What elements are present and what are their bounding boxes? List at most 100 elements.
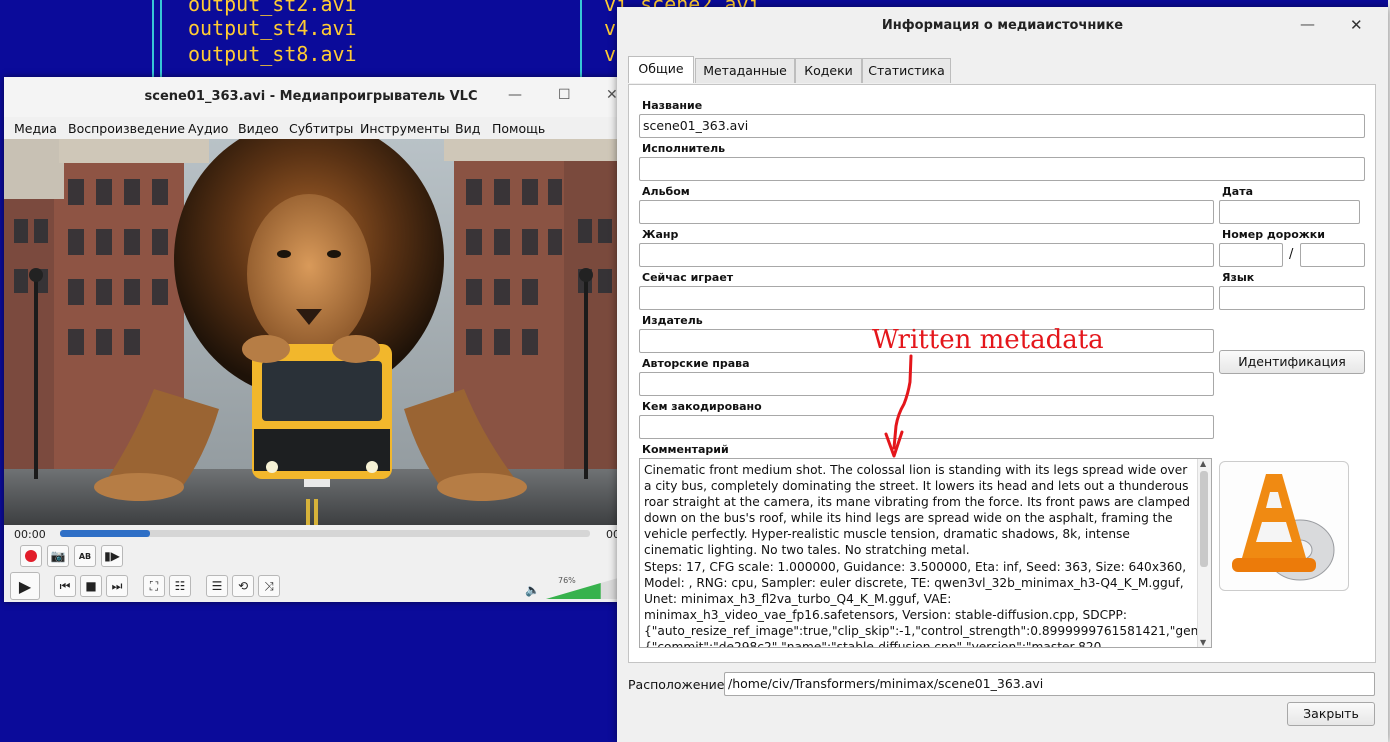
date-input[interactable]: [1219, 200, 1360, 224]
terminal-line: output_st8.avi: [188, 42, 357, 66]
record-button[interactable]: [20, 545, 42, 567]
terminal-divider: [160, 0, 162, 80]
shuffle-icon: ⤨: [264, 578, 274, 593]
menu-playback[interactable]: Воспроизведение: [68, 121, 185, 136]
encoded-by-input[interactable]: [639, 415, 1214, 439]
menu-view[interactable]: Вид: [455, 121, 480, 136]
menu-tools[interactable]: Инструменты: [360, 121, 449, 136]
close-icon[interactable]: ✕: [1350, 16, 1363, 34]
title-label: Название: [642, 99, 703, 112]
tab-statistics[interactable]: Статистика: [862, 58, 951, 83]
play-button[interactable]: ▶: [10, 572, 40, 600]
track-number-input[interactable]: [1219, 243, 1283, 267]
terminal-line: output_st4.avi: [188, 16, 357, 40]
scroll-up-icon[interactable]: ▲: [1200, 459, 1206, 468]
seek-bar[interactable]: [60, 530, 590, 537]
record-icon: [25, 550, 37, 562]
shuffle-button[interactable]: ⤨: [258, 575, 280, 597]
genre-input[interactable]: [639, 243, 1214, 267]
scrollbar-thumb[interactable]: [1200, 471, 1208, 567]
next-icon: ⏭: [111, 578, 123, 593]
copyright-input[interactable]: [639, 372, 1214, 396]
terminal-divider: [580, 0, 582, 80]
frame-step-icon: ▮▶: [104, 549, 120, 563]
scroll-down-icon[interactable]: ▼: [1200, 638, 1206, 647]
language-input[interactable]: [1219, 286, 1365, 310]
close-icon[interactable]: ✕: [606, 87, 618, 103]
album-label: Альбом: [642, 185, 690, 198]
frame-step-button[interactable]: ▮▶: [101, 545, 123, 567]
title-input[interactable]: scene01_363.avi: [639, 114, 1365, 138]
camera-icon: 📷: [50, 549, 66, 563]
stop-button[interactable]: ■: [80, 575, 102, 597]
menu-media[interactable]: Медиа: [14, 121, 57, 136]
vlc-cone-icon: [1232, 474, 1335, 581]
encoded-by-label: Кем закодировано: [642, 400, 762, 413]
artist-input[interactable]: [639, 157, 1365, 181]
speaker-icon[interactable]: 🔈: [525, 583, 540, 597]
comment-textarea[interactable]: Cinematic front medium shot. The colossa…: [639, 458, 1212, 648]
extended-settings-button[interactable]: ☷: [169, 575, 191, 597]
cover-art: [1219, 461, 1349, 591]
vlc-window: scene01_363.avi - Медиапроигрыватель VLC…: [4, 77, 620, 602]
close-button[interactable]: Закрыть: [1287, 702, 1375, 726]
track-total-input[interactable]: [1300, 243, 1365, 267]
artist-label: Исполнитель: [642, 142, 726, 155]
time-elapsed: 00:00: [14, 528, 46, 541]
vlc-controls: 00:00 00 📷 AB ▮▶ ▶ ⏮ ■ ⏭ ⛶ ☷ ☰ ⟲ ⤨ 🔈 76%: [4, 525, 620, 602]
comment-label: Комментарий: [642, 443, 729, 456]
vlc-window-title: scene01_363.avi - Медиапроигрыватель VLC: [144, 89, 478, 104]
media-info-dialog: Информация о медиаисточнике — ✕ Общие Ме…: [617, 7, 1388, 742]
comment-text: Cinematic front medium shot. The colossa…: [644, 463, 1212, 648]
snapshot-button[interactable]: 📷: [47, 545, 69, 567]
next-button[interactable]: ⏭: [106, 575, 128, 597]
location-label: Расположение:: [628, 677, 729, 692]
equalizer-icon: ☷: [174, 579, 186, 593]
menu-subtitles[interactable]: Субтитры: [289, 121, 353, 136]
tab-metadata[interactable]: Метаданные: [695, 58, 795, 83]
terminal-line: output_st2.avi: [188, 0, 357, 16]
menu-video[interactable]: Видео: [238, 121, 279, 136]
now-playing-label: Сейчас играет: [642, 271, 734, 284]
fullscreen-icon: ⛶: [149, 578, 159, 593]
menu-audio[interactable]: Аудио: [188, 121, 228, 136]
seek-progress: [60, 530, 151, 537]
annotation-arrow-icon: [884, 354, 913, 458]
loop-button[interactable]: ⟲: [232, 575, 254, 597]
volume-slider[interactable]: [546, 578, 618, 600]
album-input[interactable]: [639, 200, 1214, 224]
maximize-icon[interactable]: ☐: [558, 87, 571, 103]
previous-icon: ⏮: [59, 578, 71, 593]
general-panel: Название scene01_363.avi Исполнитель Аль…: [628, 84, 1376, 663]
playlist-button[interactable]: ☰: [206, 575, 228, 597]
playlist-icon: ☰: [211, 579, 223, 593]
video-frame[interactable]: [4, 139, 618, 525]
genre-label: Жанр: [642, 228, 679, 241]
video-frame-image: [4, 139, 618, 525]
copyright-label: Авторские права: [642, 357, 750, 370]
menu-help[interactable]: Помощь: [492, 121, 545, 136]
now-playing-input[interactable]: [639, 286, 1214, 310]
loop-ab-button[interactable]: AB: [74, 545, 96, 567]
comment-scrollbar[interactable]: ▲ ▼: [1197, 459, 1211, 647]
tab-codecs[interactable]: Кодеки: [795, 58, 862, 83]
minimize-icon[interactable]: —: [1300, 15, 1315, 33]
vlc-menubar: Медиа Воспроизведение Аудио Видео Субтит…: [4, 117, 618, 139]
previous-button[interactable]: ⏮: [54, 575, 76, 597]
language-label: Язык: [1222, 271, 1255, 284]
loop-icon: ⟲: [237, 579, 249, 593]
vlc-titlebar[interactable]: scene01_363.avi - Медиапроигрыватель VLC…: [4, 77, 618, 117]
date-label: Дата: [1222, 185, 1254, 198]
tab-general[interactable]: Общие: [628, 56, 694, 83]
stop-icon: ■: [85, 579, 97, 593]
identify-button[interactable]: Идентификация: [1219, 350, 1365, 374]
loop-ab-icon: AB: [78, 551, 92, 561]
fullscreen-button[interactable]: ⛶: [143, 575, 165, 597]
terminal-line: v: [604, 42, 617, 66]
minimize-icon[interactable]: —: [508, 87, 522, 103]
annotation-text: Written metadata: [872, 325, 1104, 355]
location-input[interactable]: /home/civ/Transformers/minimax/scene01_3…: [724, 672, 1375, 696]
terminal-divider: [152, 0, 154, 80]
track-number-label: Номер дорожки: [1222, 228, 1325, 241]
dialog-title: Информация о медиаисточнике: [881, 18, 1124, 33]
